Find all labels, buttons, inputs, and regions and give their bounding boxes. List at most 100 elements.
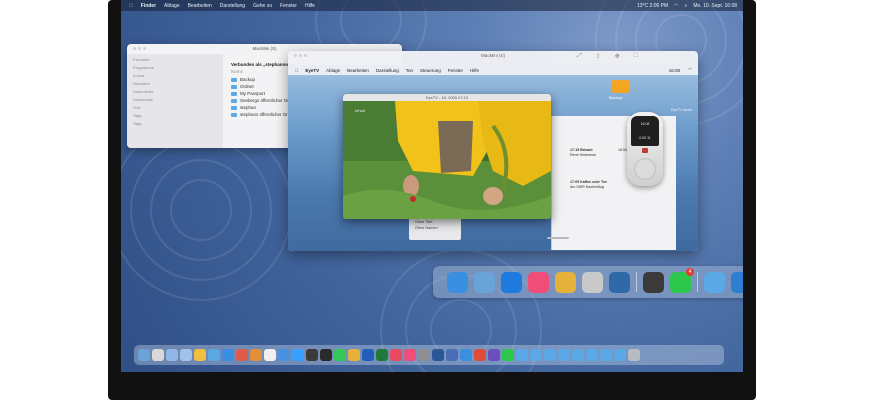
guest-menu-item[interactable]: EyeTV <box>305 68 319 73</box>
list-item-label: My Passport <box>240 91 266 96</box>
guest-clock[interactable]: 16:08 <box>669 68 680 73</box>
sidebar-item[interactable]: Downloads <box>133 97 223 102</box>
host-dock-app-icon[interactable] <box>278 349 290 361</box>
guest-menu-item[interactable]: Ton <box>406 68 413 73</box>
apple-icon[interactable]:  <box>295 68 298 73</box>
host-menubar-status: 13°C 2:06 PM ◠ ⌕ Mo. 10. Sept. 16:08 <box>637 0 737 11</box>
menu-darstellung[interactable]: Darstellung <box>220 3 245 9</box>
safari-icon[interactable] <box>501 271 522 293</box>
guest-menu-item[interactable]: Darstellung <box>376 68 399 73</box>
host-dock-app-icon[interactable] <box>530 349 542 361</box>
folder-icon[interactable] <box>704 271 725 293</box>
video-frame <box>343 101 551 219</box>
host-dock-app-icon[interactable] <box>628 349 640 361</box>
host-dock-app-icon[interactable] <box>376 349 388 361</box>
host-dock-app-icon[interactable] <box>264 349 276 361</box>
eyetv-icon[interactable] <box>609 271 630 293</box>
cursor-icon[interactable]: ✥ <box>615 53 620 60</box>
host-dock-app-icon[interactable] <box>138 349 150 361</box>
menu-gehe-zu[interactable]: Gehe zu <box>253 3 272 9</box>
host-dock-app-icon[interactable] <box>614 349 626 361</box>
menubar-clock[interactable]: Mo. 10. Sept. 16:08 <box>693 3 737 9</box>
menu-bearbeiten[interactable]: Bearbeiten <box>188 3 212 9</box>
horizontal-scrollbar[interactable] <box>547 237 569 239</box>
guest-status: 16:08 ◠ <box>669 65 692 75</box>
desktop-folder-icon[interactable] <box>612 80 629 93</box>
remote-control-wheel[interactable] <box>634 158 656 180</box>
host-dock-app-icon[interactable] <box>208 349 220 361</box>
host-dock-app-icon[interactable] <box>502 349 514 361</box>
itunes-icon[interactable] <box>528 271 549 293</box>
facetime-icon[interactable]: 4 <box>670 267 694 293</box>
dock-separator <box>697 272 698 292</box>
preview-icon[interactable] <box>474 271 495 293</box>
host-dock-app-icon[interactable] <box>390 349 402 361</box>
sidebar-item[interactable]: Tags <box>133 113 223 118</box>
chrome-icon[interactable] <box>555 271 576 293</box>
host-dock-app-icon[interactable] <box>292 349 304 361</box>
host-dock-app-icon[interactable] <box>558 349 570 361</box>
apple-icon[interactable]:  <box>129 3 133 9</box>
wifi-icon[interactable]: ◠ <box>674 3 678 9</box>
host-dock-app-icon[interactable] <box>460 349 472 361</box>
menu-fenster[interactable]: Fenster <box>280 3 297 9</box>
eyetv-video-window: EyeTV - 18. 2005 07:10 Inhalt <box>343 94 551 219</box>
sidebar-item[interactable]: Netzwerk <box>133 81 223 86</box>
host-dock-app-icon[interactable] <box>432 349 444 361</box>
fullscreen-icon[interactable]: ⛶ <box>634 53 638 60</box>
host-dock-app-icon[interactable] <box>194 349 206 361</box>
host-dock-app-icon[interactable] <box>572 349 584 361</box>
host-dock-app-icon[interactable] <box>348 349 360 361</box>
host-dock-app-icon[interactable] <box>488 349 500 361</box>
menu-hilfe[interactable]: Hilfe <box>305 3 315 9</box>
host-dock-app-icon[interactable] <box>236 349 248 361</box>
desktop-item-label: EyeTV Archiv <box>671 108 693 112</box>
side-list-item[interactable]: Ohne Namen <box>415 226 461 230</box>
guest-menu-item[interactable]: Steuerung <box>420 68 441 73</box>
sidebar-item[interactable]: Orte <box>133 105 223 110</box>
side-list-item[interactable]: Ohne Titel <box>415 220 461 224</box>
host-dock-app-icon[interactable] <box>516 349 528 361</box>
host-dock-app-icon[interactable] <box>166 349 178 361</box>
scale-icon[interactable]: ⤢ <box>577 53 582 60</box>
host-dock-app-icon[interactable] <box>586 349 598 361</box>
record-button[interactable] <box>642 148 648 153</box>
sidebar-item[interactable]: Programme <box>133 65 223 70</box>
quicktime-icon[interactable] <box>643 271 664 293</box>
eyetv-remote[interactable]: 16:08 0:00:11 <box>627 112 663 186</box>
guest-menu-item[interactable]: Hilfe <box>470 68 479 73</box>
guest-menu-item[interactable]: Ablage <box>326 68 340 73</box>
host-dock-app-icon[interactable] <box>544 349 556 361</box>
host-dock-app-icon[interactable] <box>600 349 612 361</box>
remote-clock: 16:08 <box>640 122 650 126</box>
search-icon[interactable]: ⌕ <box>685 3 688 9</box>
guest-menu-item[interactable]: Bearbeiten <box>347 68 369 73</box>
folder-icon <box>231 105 237 110</box>
sidebar-item[interactable]: Favoriten <box>133 57 223 62</box>
host-dock-app-icon[interactable] <box>446 349 458 361</box>
wifi-icon[interactable]: ◠ <box>688 67 692 73</box>
host-dock-app-icon[interactable] <box>362 349 374 361</box>
list-item-label: stephan <box>240 105 257 110</box>
host-dock-app-icon[interactable] <box>334 349 346 361</box>
host-dock-app-icon[interactable] <box>222 349 234 361</box>
sidebar-item[interactable]: iCloud <box>133 73 223 78</box>
host-dock-app-icon[interactable] <box>404 349 416 361</box>
host-dock-app-icon[interactable] <box>418 349 430 361</box>
finder-icon[interactable] <box>447 271 468 293</box>
menu-ablage[interactable]: Ablage <box>164 3 180 9</box>
menu-finder[interactable]: Finder <box>141 3 156 9</box>
host-dock-app-icon[interactable] <box>306 349 318 361</box>
share-icon[interactable]: ⇪ <box>596 53 601 60</box>
sidebar-item[interactable]: Dokumente <box>133 89 223 94</box>
host-dock-app-icon[interactable] <box>320 349 332 361</box>
host-dock-app-icon[interactable] <box>180 349 192 361</box>
guest-menu-item[interactable]: Fenster <box>448 68 463 73</box>
disk-utility-icon[interactable] <box>582 271 603 293</box>
sidebar-item[interactable]: Tags <box>133 121 223 126</box>
host-dock-app-icon[interactable] <box>474 349 486 361</box>
host-dock-app-icon[interactable] <box>250 349 262 361</box>
window-controls[interactable] <box>294 54 307 57</box>
host-dock-app-icon[interactable] <box>152 349 164 361</box>
globe-icon[interactable] <box>731 271 743 293</box>
